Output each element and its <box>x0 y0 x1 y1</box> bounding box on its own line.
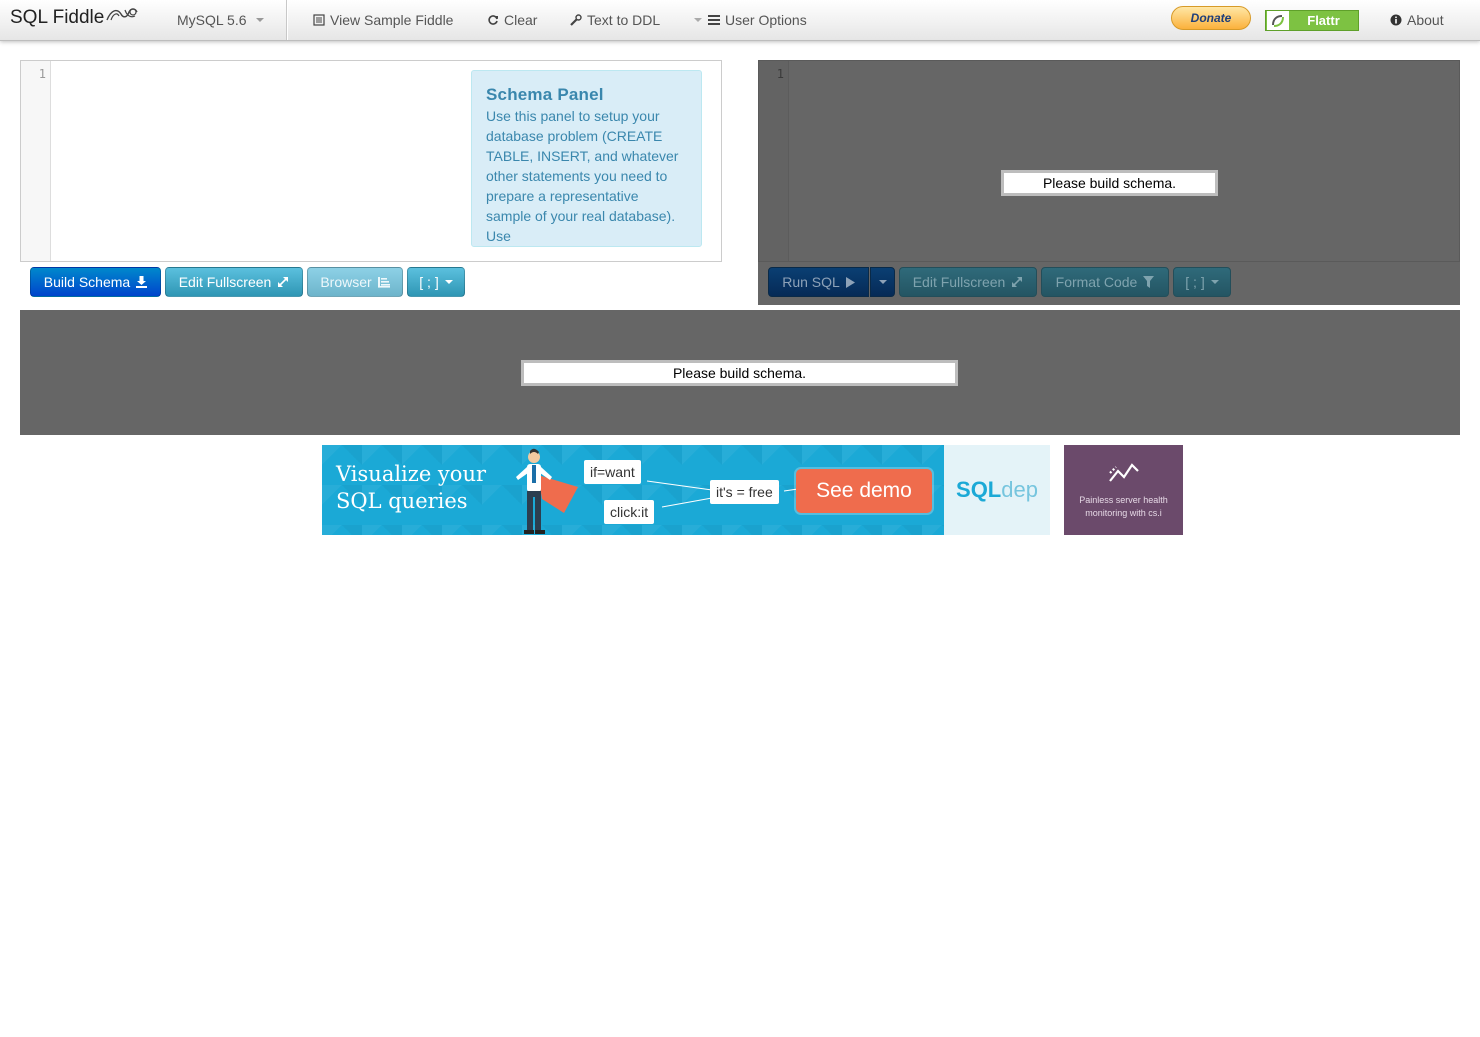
browser-button[interactable]: Browser <box>307 267 403 297</box>
info-icon <box>1390 14 1402 26</box>
schema-help-box: Schema Panel Use this panel to setup you… <box>471 70 702 247</box>
clear-label: Clear <box>504 12 538 28</box>
refresh-icon <box>488 15 498 25</box>
flattr-label: Flattr <box>1307 13 1340 28</box>
query-status-message: Please build schema. <box>1001 170 1218 196</box>
query-editor[interactable]: 1 <box>758 60 1460 262</box>
sqldep-logo-sql: SQL <box>956 477 1002 502</box>
donate-button[interactable]: Donate <box>1171 6 1251 30</box>
query-edit-fullscreen-button[interactable]: Edit Fullscreen <box>899 267 1037 297</box>
nav-divider <box>286 0 287 40</box>
side-ad[interactable]: Painless server health monitoring with c… <box>1064 445 1183 535</box>
list-icon <box>313 14 325 26</box>
brand-logo[interactable]: SQL Fiddle <box>10 7 139 29</box>
edit-fullscreen-button[interactable]: Edit Fullscreen <box>165 267 303 297</box>
schema-help-title: Schema Panel <box>486 85 604 104</box>
trend-chart-icon <box>1109 463 1139 482</box>
schema-help-text: Use this panel to setup your database pr… <box>486 108 679 244</box>
line-gutter: 1 <box>759 61 789 261</box>
ad-tag-free: it's = free <box>710 480 779 504</box>
query-edit-fullscreen-label: Edit Fullscreen <box>912 274 1006 290</box>
run-sql-button[interactable]: Run SQL <box>768 267 869 297</box>
wrench-icon <box>570 14 582 26</box>
format-code-label: Format Code <box>1055 274 1138 290</box>
results-status-message: Please build schema. <box>521 360 958 386</box>
flattr-button[interactable]: Flattr <box>1265 10 1359 31</box>
filter-icon <box>1143 276 1155 288</box>
build-schema-button[interactable]: Build Schema <box>30 267 161 297</box>
db-selector[interactable]: MySQL 5.6 <box>177 0 264 40</box>
run-sql-label: Run SQL <box>782 274 840 290</box>
side-ad-text: Painless server health monitoring with c… <box>1079 495 1168 518</box>
text-to-ddl-label: Text to DDL <box>587 12 661 28</box>
browser-label: Browser <box>320 274 372 290</box>
sqldep-logo-dep: dep <box>1001 477 1038 502</box>
brand-text: SQL Fiddle <box>10 7 105 28</box>
chevron-down-icon <box>694 18 702 22</box>
query-terminator-label: [ ; ] <box>1185 274 1205 290</box>
run-sql-options-dropdown[interactable] <box>870 267 895 297</box>
build-schema-label: Build Schema <box>43 274 131 290</box>
ad-tag-want: if=want <box>584 460 641 484</box>
chevron-down-icon <box>878 280 887 284</box>
chevron-down-icon <box>255 18 264 22</box>
expand-icon <box>1012 277 1023 287</box>
text-to-ddl-button[interactable]: Text to DDL <box>570 0 660 40</box>
about-label: About <box>1407 12 1444 28</box>
play-icon <box>845 276 855 288</box>
terminator-label: [ ; ] <box>419 274 439 290</box>
ad-banner[interactable]: Visualize your SQL queries if=want click… <box>322 445 1050 535</box>
sqldep-logo[interactable]: SQL dep <box>944 445 1050 535</box>
ad-tag-click: click:it <box>604 500 655 524</box>
line-gutter: 1 <box>21 61 51 261</box>
chevron-down-icon <box>444 280 453 284</box>
ad-see-demo-button[interactable]: See demo <box>796 469 932 513</box>
view-sample-button[interactable]: View Sample Fiddle <box>313 0 453 40</box>
tree-icon <box>377 277 390 288</box>
user-options-label: User Options <box>725 12 807 28</box>
line-number: 1 <box>38 67 46 81</box>
about-button[interactable]: About <box>1390 0 1444 40</box>
navbar: SQL Fiddle MySQL 5.6 View Sample Fiddle … <box>0 0 1480 41</box>
menu-icon <box>708 15 720 25</box>
db-selector-label: MySQL 5.6 <box>177 12 247 28</box>
edit-fullscreen-label: Edit Fullscreen <box>178 274 272 290</box>
results-panel: Please build schema. <box>20 310 1460 435</box>
user-options-menu[interactable]: User Options <box>694 0 807 40</box>
view-sample-label: View Sample Fiddle <box>330 12 454 28</box>
format-code-button[interactable]: Format Code <box>1041 267 1169 297</box>
schema-editor[interactable]: 1 Schema Panel Use this panel to setup y… <box>20 60 722 262</box>
flattr-icon <box>1267 11 1289 30</box>
expand-icon <box>278 277 289 287</box>
query-terminator-dropdown[interactable]: [ ; ] <box>1173 267 1231 297</box>
fiddle-scroll-icon <box>106 8 138 21</box>
line-number: 1 <box>776 67 784 81</box>
clear-button[interactable]: Clear <box>487 0 537 40</box>
query-panel: 1 Please build schema. Run SQL Edit Full… <box>758 60 1460 305</box>
terminator-dropdown[interactable]: [ ; ] <box>407 267 465 297</box>
chevron-down-icon <box>1210 280 1219 284</box>
download-icon <box>136 276 148 288</box>
